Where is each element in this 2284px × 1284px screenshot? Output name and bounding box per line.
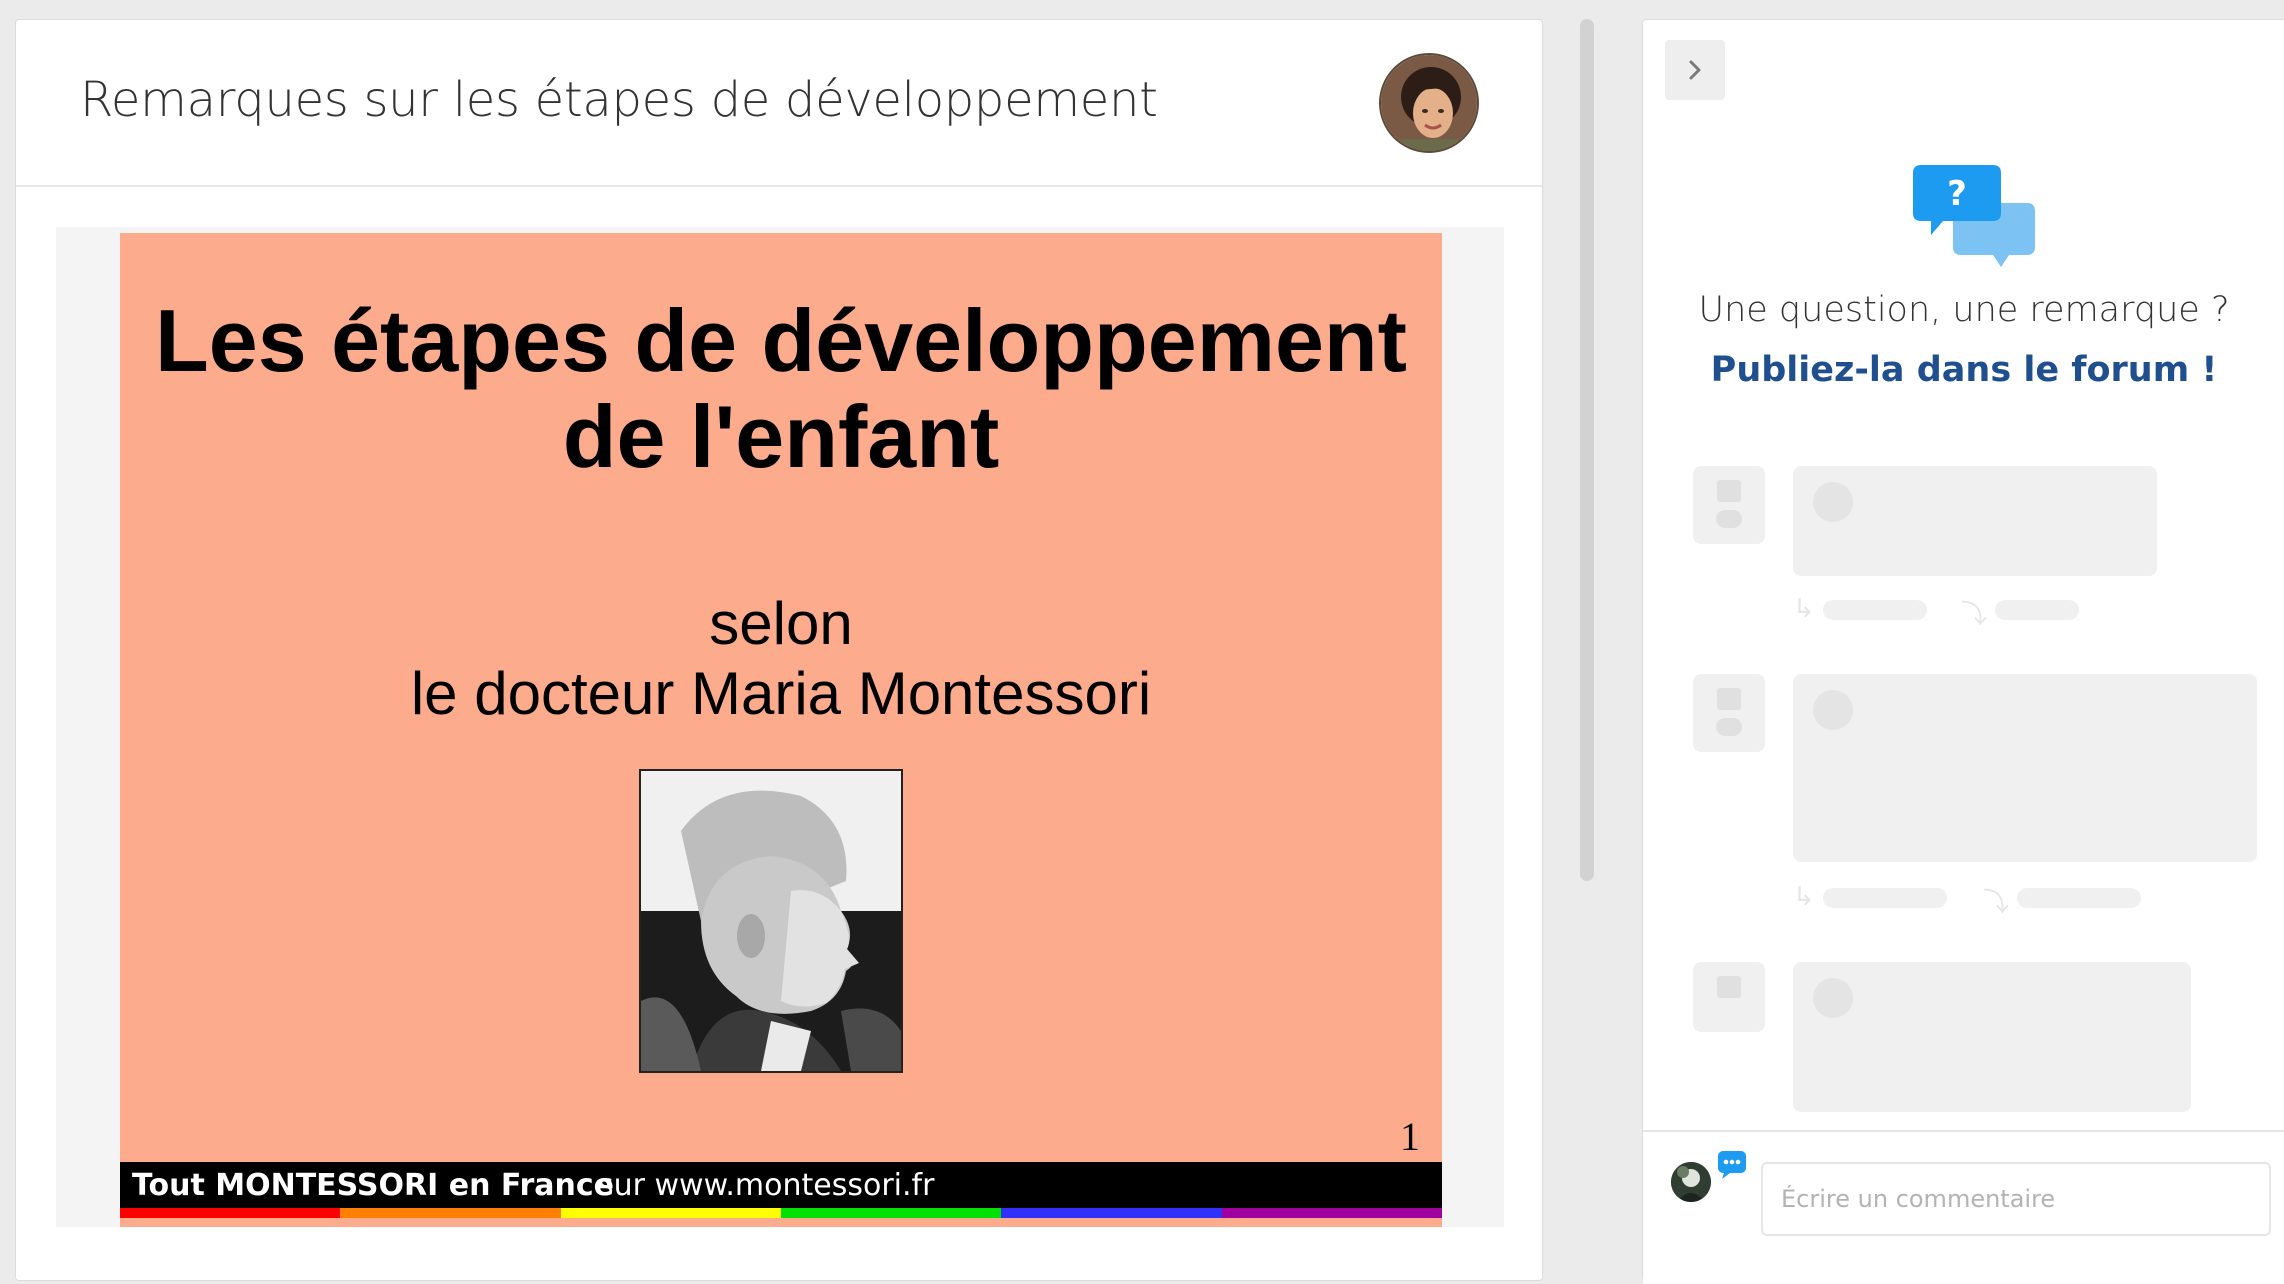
lesson-title: Remarques sur les étapes de développemen… — [80, 72, 1158, 128]
slide-subtitle-line1: selon — [709, 590, 853, 657]
skeleton-reply-icon: ↳ — [1793, 594, 1815, 624]
teacher-avatar[interactable] — [1379, 53, 1479, 153]
skeleton-line — [1995, 600, 2079, 620]
forum-chat-icon: ? — [1913, 165, 2035, 267]
forum-cta-link[interactable]: Publiez-la dans le forum ! — [1643, 350, 2284, 390]
rainbow-segment — [1001, 1208, 1222, 1218]
skeleton-comment-card — [1793, 674, 2257, 862]
slide-page-number: 1 — [1400, 1114, 1420, 1159]
comment-input[interactable] — [1761, 1162, 2271, 1236]
skeleton-line — [1823, 600, 1927, 620]
forum-question-text: Une question, une remarque ? — [1698, 290, 2230, 330]
chevron-right-icon — [1689, 60, 1701, 80]
skeleton-vote-box — [1693, 962, 1765, 1032]
comment-bubble-icon — [1718, 1151, 1746, 1179]
slide-title-line2: de l'enfant — [562, 387, 1000, 486]
forum-panel: ? Une question, une remarque ? Publiez-l… — [1642, 19, 2284, 1284]
rainbow-segment — [560, 1208, 781, 1218]
skeleton-line — [1823, 888, 1947, 908]
skeleton-comment-card — [1793, 962, 2191, 1112]
rainbow-segment — [1221, 1208, 1442, 1218]
slide-subtitle-line2: le docteur Maria Montessori — [410, 660, 1152, 727]
montessori-portrait — [639, 769, 903, 1073]
skeleton-reply-icon: ↳ — [1793, 882, 1815, 912]
slide-footer: Tout MONTESSORI en France sur www.montes… — [120, 1162, 1442, 1208]
slide-title: Les étapes de développement de l'enfant — [120, 293, 1442, 485]
skeleton-avatar — [1813, 690, 1853, 730]
footer-brand: Tout MONTESSORI en France — [132, 1168, 614, 1203]
user-avatar[interactable] — [1671, 1162, 1711, 1202]
skeleton-vote-box — [1693, 674, 1765, 752]
skeleton-avatar — [1813, 978, 1853, 1018]
collapse-panel-button[interactable] — [1665, 40, 1725, 100]
svg-text:?: ? — [1947, 174, 1967, 214]
footer-url: sur www.montessori.fr — [598, 1168, 935, 1203]
skeleton-replies-icon: ⤵ — [1983, 888, 2010, 918]
slide: Les étapes de développement de l'enfant … — [120, 233, 1442, 1227]
rainbow-segment — [780, 1208, 1002, 1218]
slide-subtitle: selon le docteur Maria Montessori — [120, 589, 1442, 729]
skeleton-comment-card — [1793, 466, 2157, 576]
skeleton-avatar — [1813, 482, 1853, 522]
lesson-header: Remarques sur les étapes de développemen… — [16, 20, 1542, 187]
slide-title-line1: Les étapes de développement — [155, 291, 1407, 390]
page-scrollbar[interactable] — [1578, 19, 1596, 1262]
skeleton-vote-box — [1693, 466, 1765, 544]
rainbow-segment — [120, 1208, 341, 1218]
comment-composer — [1643, 1130, 2284, 1284]
slide-frame: Les étapes de développement de l'enfant … — [56, 227, 1504, 1227]
skeleton-line — [2017, 888, 2141, 908]
rainbow-segment — [340, 1208, 561, 1218]
scrollbar-thumb[interactable] — [1580, 19, 1594, 881]
skeleton-replies-icon: ⤵ — [1961, 600, 1988, 630]
rainbow-stripe — [120, 1208, 1442, 1218]
lesson-card: Remarques sur les étapes de développemen… — [15, 19, 1543, 1281]
